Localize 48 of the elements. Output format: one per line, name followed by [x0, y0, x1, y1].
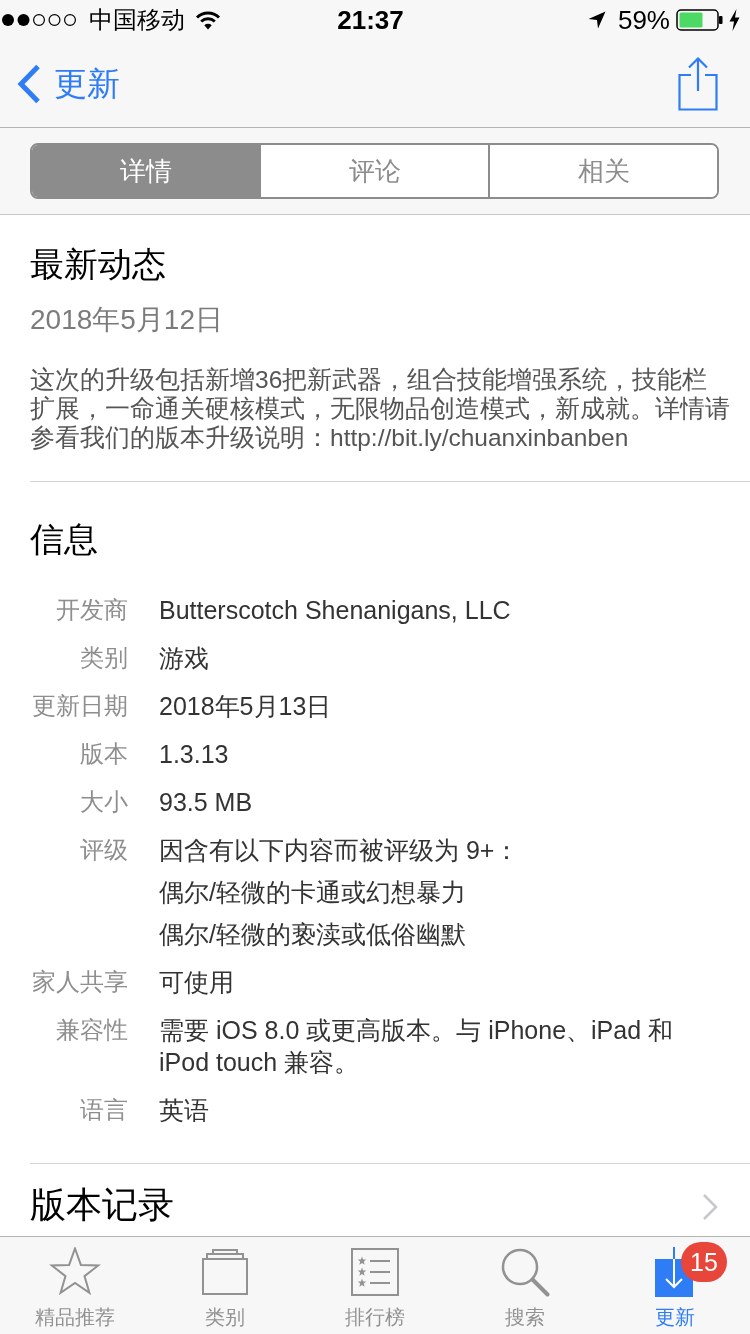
info-label: 家人共享: [31, 967, 128, 997]
share-button[interactable]: [678, 56, 718, 111]
info-label: 评级: [79, 835, 128, 865]
release-notes: 这次的升级包括新增36把新武器，组合技能增强系统，技能栏扩展，一命通关硬核模式，无限物品创造模式，新成就。详情请参看我们的版本升级说明：http://bit.ly/chuanxinbanben: [30, 365, 731, 452]
tab-bar-item[interactable]: 类别: [150, 1237, 300, 1334]
info-label: 开发商: [55, 595, 128, 625]
ranked-list-icon: [351, 1248, 399, 1296]
info-value: 游戏: [159, 643, 210, 674]
notification-badge: 15: [681, 1242, 727, 1282]
chevron-right-icon: [702, 1193, 718, 1221]
info-value: 需要 iOS 8.0 或更高版本。与 iPhone、iPad 和 iPod touch 兼容。: [159, 1015, 675, 1078]
battery-percentage: 59%: [617, 5, 670, 35]
info-value: 1.3.13: [159, 739, 230, 770]
info-label: 更新日期: [31, 691, 128, 721]
tab-bar-item[interactable]: 排行榜: [300, 1237, 450, 1334]
info-value: 因含有以下内容而被评级为 9+：: [159, 835, 521, 866]
star-icon: [49, 1247, 101, 1297]
stacked-trays-icon: [202, 1249, 248, 1295]
search-icon: [500, 1247, 550, 1297]
segment-tab[interactable]: 相关: [488, 145, 717, 197]
info-label: 类别: [79, 643, 128, 673]
info-value: 2018年5月13日: [159, 691, 333, 722]
info-value: Butterscotch Shenanigans, LLC: [159, 595, 512, 626]
info-value: 偶尔/轻微的亵渎或低俗幽默: [159, 919, 467, 950]
info-label: 大小: [79, 787, 128, 817]
location-arrow-icon: [587, 11, 606, 29]
info-value: 93.5 MB: [159, 787, 254, 818]
chevron-left-icon: [16, 63, 42, 104]
release-date: 2018年5月12日: [30, 303, 224, 337]
info-value: 可使用: [159, 967, 235, 998]
share-icon: [678, 56, 718, 111]
tab-bar-item[interactable]: 15 更新: [600, 1237, 750, 1334]
signal-strength-icon: [1, 13, 79, 27]
clock-time: 21:37: [337, 5, 404, 35]
info-value: 偶尔/轻微的卡通或幻想暴力: [159, 877, 467, 908]
section-heading: 最新动态: [30, 244, 167, 284]
carrier-name: 中国移动: [89, 5, 185, 35]
back-button[interactable]: 更新: [16, 61, 120, 106]
battery-icon: [676, 9, 723, 31]
tab-bar-item[interactable]: 搜索: [450, 1237, 600, 1334]
section-heading: 信息: [30, 519, 99, 559]
info-value: 英语: [159, 1095, 210, 1126]
wifi-icon: [195, 10, 221, 30]
segment-tab[interactable]: 详情: [32, 145, 259, 197]
info-label: 兼容性: [55, 1015, 128, 1045]
info-label: 语言: [79, 1095, 128, 1125]
info-label: 版本: [79, 739, 128, 769]
tab-bar-item[interactable]: 精品推荐: [0, 1237, 150, 1334]
